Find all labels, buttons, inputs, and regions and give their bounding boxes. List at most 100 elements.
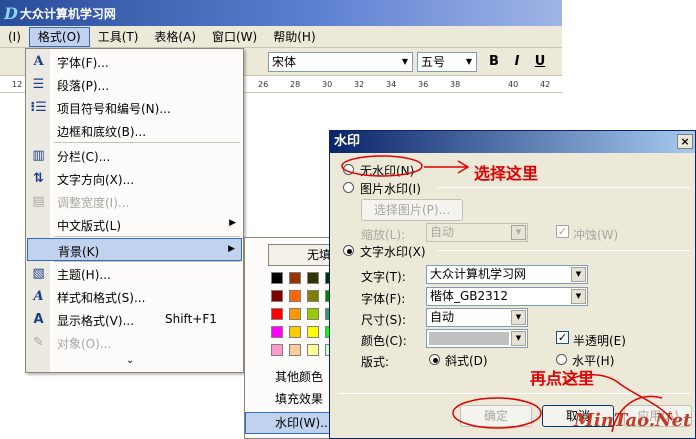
menu-item-columns[interactable]: ▥ 分栏(C)... [27,144,242,167]
menu-item-font[interactable]: A 字体(F)... [27,50,242,73]
ruler-number: 36 [418,80,429,89]
more-colors-item[interactable]: 其他颜色 [245,366,333,388]
font-a-icon: A [33,54,44,69]
text-watermark-label[interactable]: 文字水印(X) [360,243,426,260]
ruler-number: 12 [12,80,23,89]
menu-item-label: 文字方向(X)... [57,173,135,187]
menu-item-text-direction[interactable]: ⇅ 文字方向(X)... [27,167,242,190]
no-watermark-label[interactable]: 无水印(N) [360,162,414,179]
font-combo[interactable]: 楷体_GB2312 ▼ [426,287,588,306]
size-label: 尺寸(S): [361,313,407,327]
menu-item-asian-layout[interactable]: 中文版式(L) ▶ [27,213,242,236]
menu-item-borders[interactable]: 边框和底纹(B)... [27,119,242,142]
text-watermark-radio[interactable] [343,245,354,256]
menu-item-label: 对象(O)... [57,337,112,351]
close-icon[interactable]: × [677,134,693,149]
menu-item-paragraph[interactable]: ☰ 段落(P)... [27,73,242,96]
ok-button[interactable]: 确定 [460,405,532,427]
dialog-title: 水印 [334,134,361,149]
semi-transparent-checkbox[interactable]: ✓ [556,331,569,344]
menu-tools[interactable]: 工具(T) [90,27,147,47]
italic-button[interactable]: I [507,53,527,71]
bold-button[interactable]: B [484,53,504,71]
ruler-number: 28 [290,80,301,89]
color-swatch[interactable] [307,272,319,284]
ruler-number: 26 [258,80,269,89]
annotation-select-here: 选择这里 [474,164,539,183]
diagonal-label[interactable]: 斜式(D) [445,352,488,369]
no-watermark-radio[interactable] [343,164,354,175]
color-swatch[interactable] [289,272,301,284]
submenu-arrow-icon: ▶ [229,218,236,228]
theme-icon: ▧ [32,266,45,281]
picture-watermark-radio[interactable] [343,182,354,193]
picture-watermark-label[interactable]: 图片水印(I) [360,180,421,197]
color-swatch[interactable] [271,272,283,284]
dialog-title-bar: 水印 × [330,131,695,153]
color-combo[interactable]: ▼ [426,329,528,348]
chevron-down-icon[interactable]: ▼ [511,310,526,325]
paragraph-icon: ☰ [32,77,45,92]
color-swatch[interactable] [289,290,301,302]
color-swatch[interactable] [307,290,319,302]
chevron-down-icon[interactable]: ▼ [462,53,476,71]
scale-value: 自动 [430,225,455,239]
menu-item-object: ✎ 对象(O)... [27,331,242,354]
watermark-item[interactable]: 水印(W)... [245,412,333,434]
color-swatch[interactable] [271,326,283,338]
color-swatch[interactable] [307,326,319,338]
color-swatch[interactable] [271,290,283,302]
color-swatch[interactable] [289,308,301,320]
menu-item-styles[interactable]: A 样式和格式(S)... [27,285,242,308]
color-swatch[interactable] [289,326,301,338]
horizontal-radio[interactable] [556,354,567,365]
text-label: 文字(T): [361,270,406,284]
title-bar: D 大众计算机学习网 [0,0,562,26]
menu-item-background[interactable]: 背景(K) ▶ [27,238,242,261]
menu-help[interactable]: 帮助(H) [265,27,323,47]
menu-window[interactable]: 窗口(W) [204,27,265,47]
menu-item-reveal-formatting[interactable]: A 显示格式(V)... Shift+F1 [27,308,242,331]
chevron-down-icon[interactable]: ▼ [571,267,586,282]
font-size-value: 五号 [421,55,446,69]
font-label: 字体(F): [361,292,406,306]
semi-transparent-label: 半透明(E) [573,334,626,348]
menu-item-theme[interactable]: ▧ 主题(H)... [27,262,242,285]
size-combo[interactable]: 自动 ▼ [426,308,528,327]
menu-shortcut: Shift+F1 [165,312,217,326]
chevron-down-icon[interactable]: ▼ [398,53,412,71]
chevron-down-icon[interactable]: ▼ [511,331,526,346]
menu-item-label: 字体(F)... [57,56,109,70]
fill-effects-item[interactable]: 填充效果 [245,388,333,410]
color-swatch[interactable] [307,308,319,320]
ruler-number: 32 [354,80,365,89]
menu-item-label: 项目符号和编号(N)... [57,102,171,116]
ruler-number: 30 [322,80,333,89]
color-swatch[interactable] [271,344,283,356]
font-size-combo[interactable]: 五号 ▼ [417,52,477,72]
diagonal-radio[interactable] [429,354,440,365]
menu-item-bullets[interactable]: ⁝☰ 项目符号和编号(N)... [27,96,242,119]
text-combo[interactable]: 大众计算机学习网 ▼ [426,265,588,284]
expand-menu-icon[interactable]: ⌄ [126,355,134,366]
color-swatch[interactable] [289,344,301,356]
menu-insert[interactable]: (I) [0,27,29,47]
ruler-number: 38 [450,80,461,89]
menu-table[interactable]: 表格(A) [146,27,204,47]
chevron-down-icon[interactable]: ▼ [511,225,526,240]
color-swatch[interactable] [271,308,283,320]
chevron-down-icon[interactable]: ▼ [571,289,586,304]
menu-bar: (I) 格式(O) 工具(T) 表格(A) 窗口(W) 帮助(H) [0,26,562,48]
select-picture-button[interactable]: 选择图片(P)... [361,199,463,221]
menu-format[interactable]: 格式(O) [28,26,90,47]
background-submenu: 无填 其他颜色 填充效果 水印(W)... [244,237,355,439]
washout-checkbox[interactable]: ✓ [556,225,569,238]
underline-button[interactable]: U [530,53,550,71]
scale-combo[interactable]: 自动 ▼ [426,223,528,242]
font-name-combo[interactable]: 宋体 ▼ [268,52,413,72]
no-fill-button[interactable]: 无填 [268,244,330,266]
group-divider [438,250,690,251]
text-value: 大众计算机学习网 [430,267,527,281]
layout-label: 版式: [361,355,390,369]
color-swatch[interactable] [307,344,319,356]
